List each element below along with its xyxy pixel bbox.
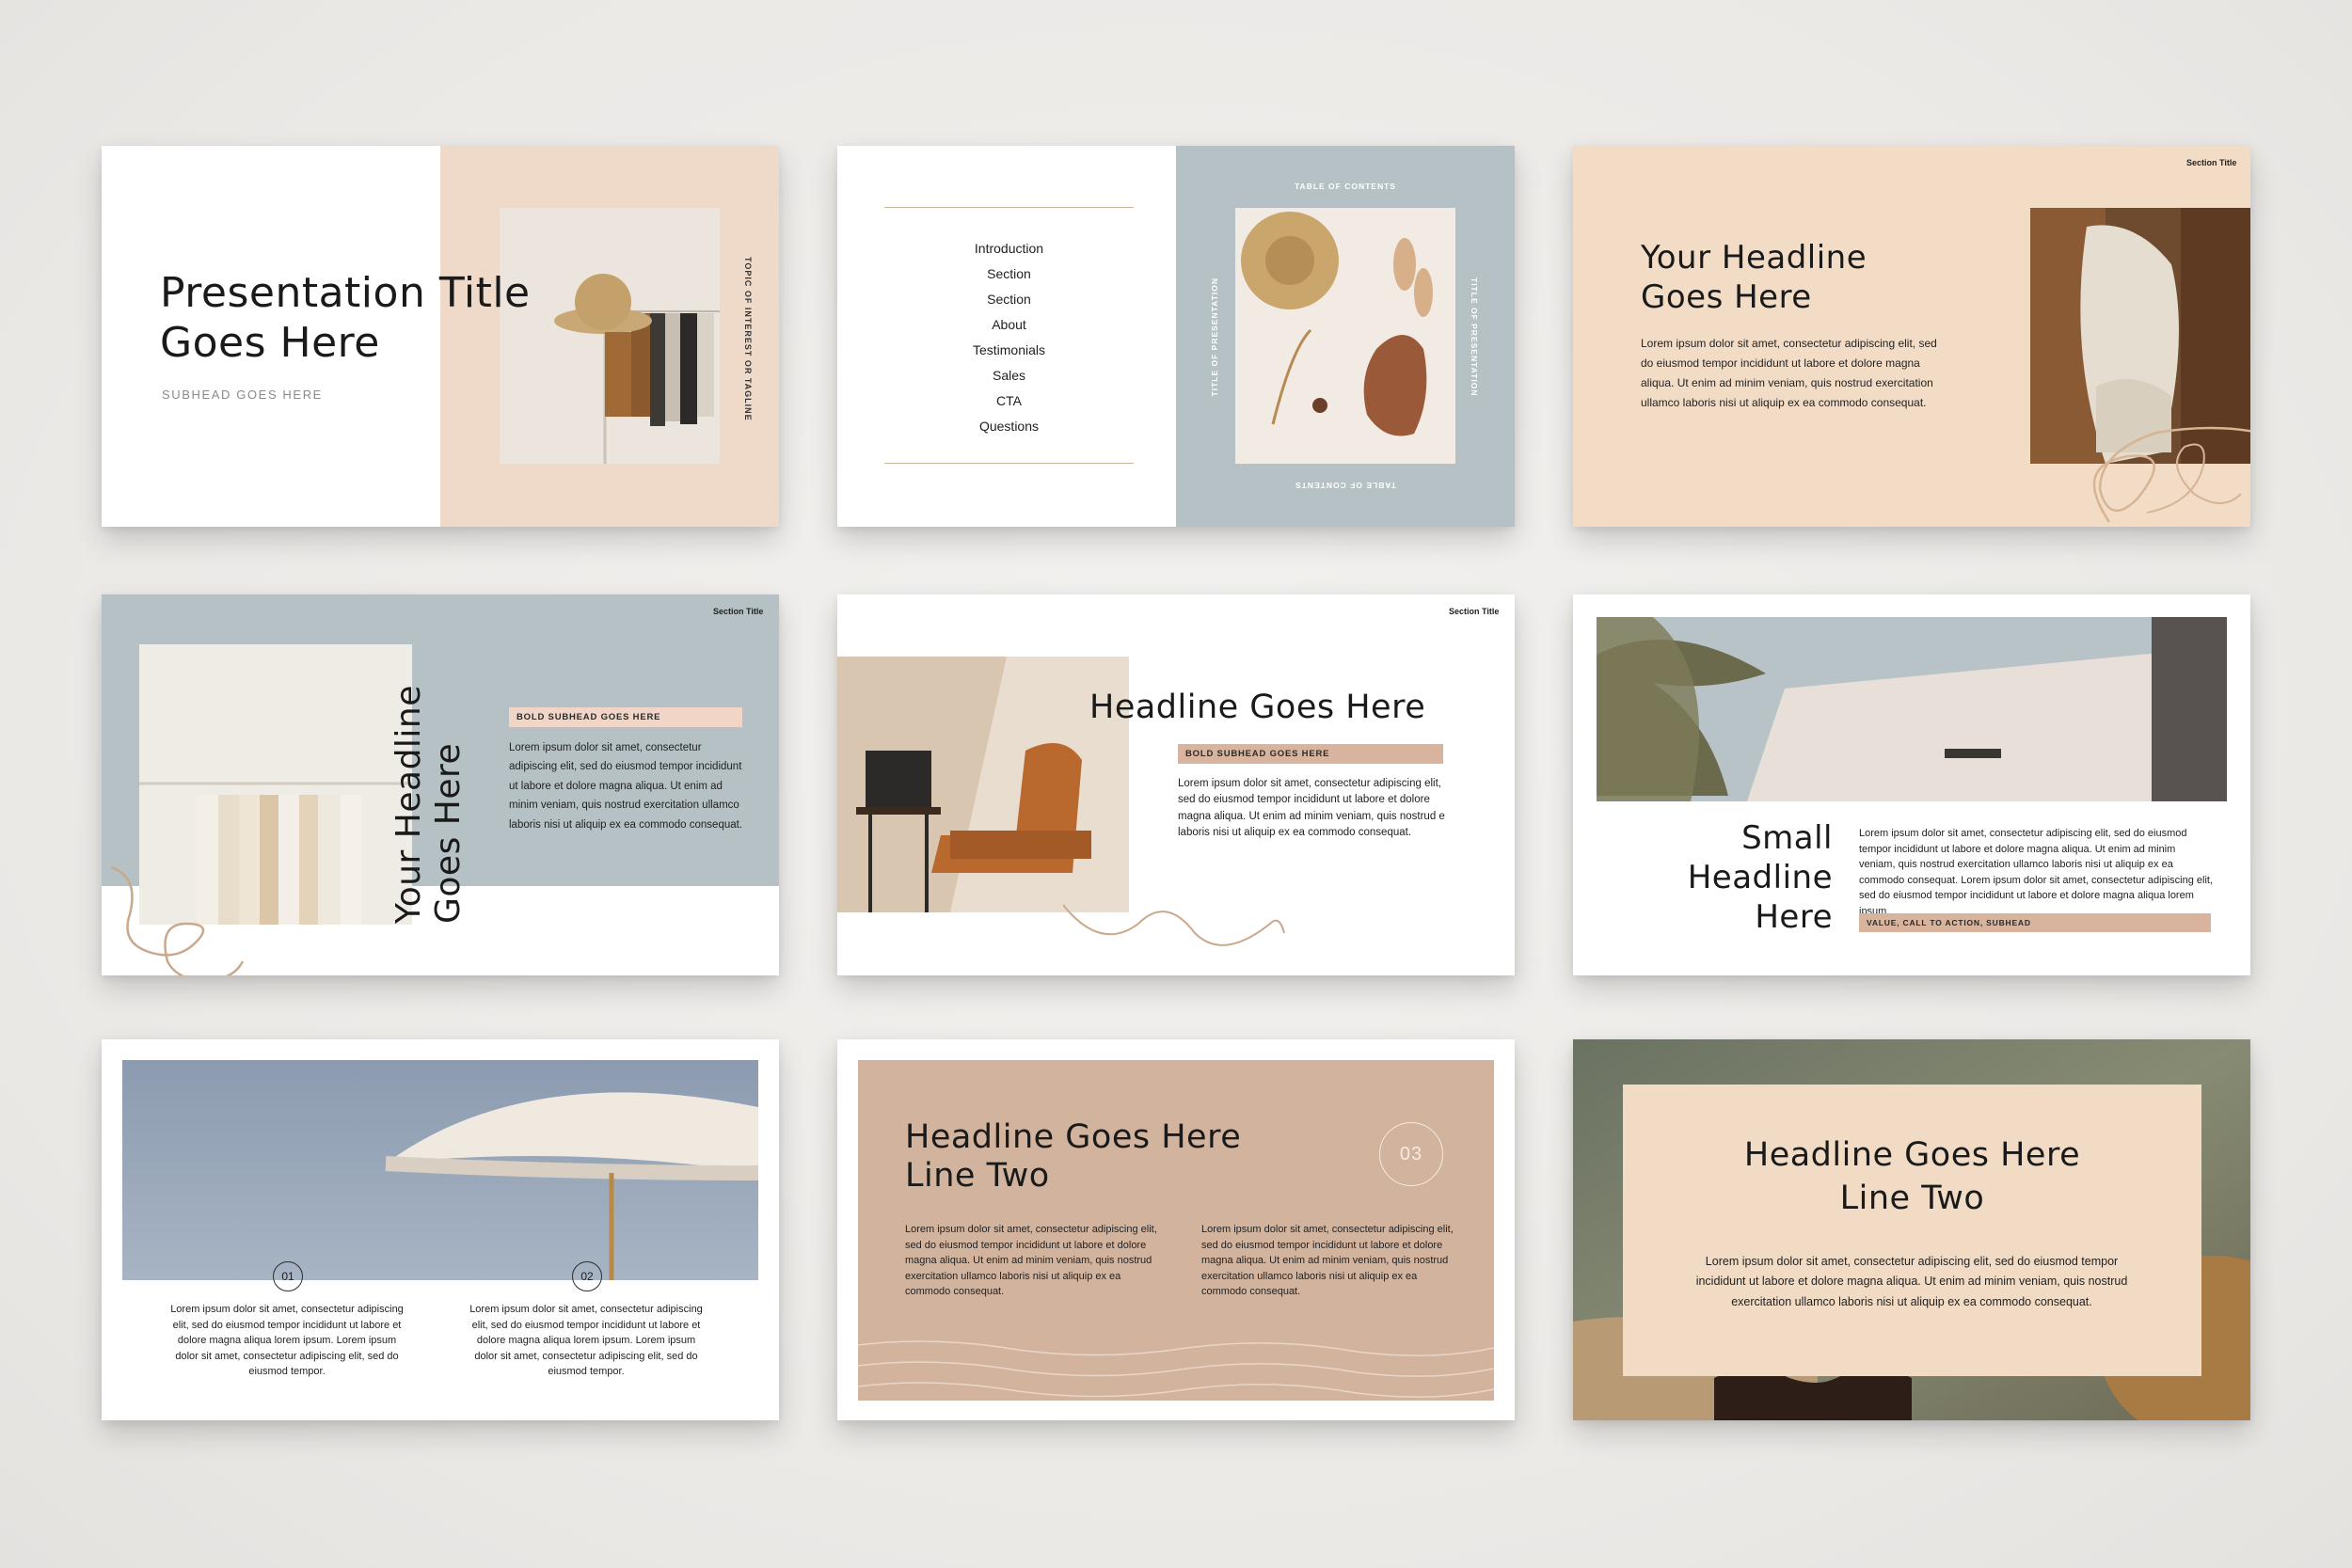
- headline-line-1: Small: [1741, 819, 1833, 857]
- toc-right-vertical: TITLE OF PRESENTATION: [1470, 277, 1479, 397]
- section-title: Section Title: [1449, 607, 1500, 616]
- flatlay-photo: [1235, 208, 1455, 464]
- peach-overlay: [1623, 1085, 2201, 1376]
- slide-umbrella-two-columns[interactable]: 01 02 Lorem ipsum dolor sit amet, consec…: [102, 1039, 779, 1420]
- body-text: Lorem ipsum dolor sit amet, consectetur …: [1695, 1255, 2128, 1308]
- headline-line-2: Goes Here: [429, 742, 468, 924]
- toc-rule-bottom: [884, 463, 1134, 464]
- section-title: Section Title: [2186, 158, 2237, 167]
- toc-rule-top: [884, 207, 1134, 208]
- bold-subhead-badge: BOLD SUBHEAD GOES HERE: [509, 707, 742, 727]
- bold-subhead-badge: BOLD SUBHEAD GOES HERE: [1178, 744, 1443, 764]
- headline-line-2: Line Two: [905, 1157, 1050, 1195]
- toc-item[interactable]: CTA: [884, 388, 1134, 414]
- toc-left-vertical: TITLE OF PRESENTATION: [1210, 277, 1219, 397]
- swirl-decoration: [2092, 426, 2250, 523]
- wave-lines: [858, 1340, 1494, 1398]
- body-text: Lorem ipsum dolor sit amet, consectetur …: [1178, 778, 1445, 839]
- toc-item[interactable]: Sales: [884, 363, 1134, 388]
- headline-line-2: Headline: [1687, 859, 1833, 896]
- headline-line-1: Headline Goes Here: [905, 1118, 1242, 1156]
- headline-line-1: Headline Goes Here: [1743, 1136, 2081, 1174]
- presentation-title: Presentation Title Goes Here: [160, 268, 531, 368]
- toc-item[interactable]: Section: [884, 287, 1134, 312]
- hat-rack-photo: [500, 208, 720, 464]
- subhead: SUBHEAD GOES HERE: [162, 388, 323, 402]
- number-2: 02: [580, 1270, 594, 1283]
- number-label: 03: [1399, 1144, 1423, 1164]
- toc-item[interactable]: Testimonials: [884, 338, 1134, 363]
- number-circle: 03: [1379, 1122, 1443, 1186]
- column-1-text: Lorem ipsum dolor sit amet, consectetur …: [905, 1224, 1157, 1297]
- toc-item[interactable]: Section: [884, 261, 1134, 287]
- umbrella-photo: [122, 1060, 758, 1280]
- toc-item[interactable]: Questions: [884, 414, 1134, 439]
- headline-line-3: Here: [1755, 898, 1833, 936]
- title-line-1: Presentation Title: [160, 269, 531, 317]
- slide-headline-hangers[interactable]: Section Title Your Headline Goes Here BO…: [102, 594, 779, 975]
- slide-tan-two-columns[interactable]: Headline Goes Here Line Two 03 Lorem ips…: [837, 1039, 1515, 1420]
- toc-list: Introduction Section Section About Testi…: [884, 236, 1134, 439]
- headline-line-1: Your Headline: [389, 685, 428, 924]
- toc-bottom-label: TABLE OF CONTENTS: [1295, 481, 1396, 490]
- headline: Headline Goes Here: [1089, 689, 1426, 726]
- headline: Headline Goes Here Line Two: [905, 1118, 1241, 1196]
- headline-line-2: Line Two: [1839, 1180, 1985, 1217]
- slide-table-of-contents[interactable]: Introduction Section Section About Testi…: [837, 146, 1515, 527]
- toc-item[interactable]: About: [884, 312, 1134, 338]
- title-line-2: Goes Here: [160, 319, 380, 367]
- small-headline: Small Headline Here: [1648, 818, 1833, 937]
- number-badge-2: 02: [572, 1261, 602, 1291]
- swirl-decoration: [1063, 904, 1285, 946]
- headline: Your Headline Goes Here: [1641, 238, 1867, 317]
- slide-headline-chair[interactable]: Section Title Headline Goes Here BOLD SU…: [837, 594, 1515, 975]
- swirl-decoration: [110, 865, 245, 975]
- vertical-tagline: TOPIC OF INTEREST OR TAGLINE: [743, 257, 753, 421]
- body-text: Lorem ipsum dolor sit amet, consectetur …: [509, 742, 743, 831]
- cta-badge: VALUE, CALL TO ACTION, SUBHEAD: [1859, 913, 2211, 932]
- vertical-headline: Your Headline Goes Here: [389, 670, 469, 924]
- slide-small-headline[interactable]: Small Headline Here Lorem ipsum dolor si…: [1573, 594, 2250, 975]
- headline-line-1: Your Headline: [1641, 239, 1867, 277]
- headline-line-2: Goes Here: [1641, 278, 1812, 316]
- body-text: Lorem ipsum dolor sit amet, consectetur …: [1859, 828, 2214, 917]
- section-title: Section Title: [713, 607, 764, 616]
- column-2-text: Lorem ipsum dolor sit amet, consectetur …: [469, 1304, 703, 1377]
- palm-building-photo: [1597, 617, 2227, 801]
- toc-item[interactable]: Introduction: [884, 236, 1134, 261]
- headline: Headline Goes Here Line Two: [1623, 1133, 2201, 1220]
- column-2-text: Lorem ipsum dolor sit amet, consectetur …: [1201, 1224, 1454, 1297]
- slide-headline-sweater[interactable]: Section Title Your Headline Goes Here Lo…: [1573, 146, 2250, 527]
- number-1: 01: [281, 1270, 294, 1283]
- number-badge-1: 01: [273, 1261, 303, 1291]
- column-1-text: Lorem ipsum dolor sit amet, consectetur …: [170, 1304, 404, 1377]
- body-text: Lorem ipsum dolor sit amet, consectetur …: [1641, 337, 1937, 409]
- slide-headline-overlay[interactable]: Headline Goes Here Line Two Lorem ipsum …: [1573, 1039, 2250, 1420]
- slide-title[interactable]: Presentation Title Goes Here SUBHEAD GOE…: [102, 146, 779, 527]
- toc-top-label: TABLE OF CONTENTS: [1295, 182, 1396, 191]
